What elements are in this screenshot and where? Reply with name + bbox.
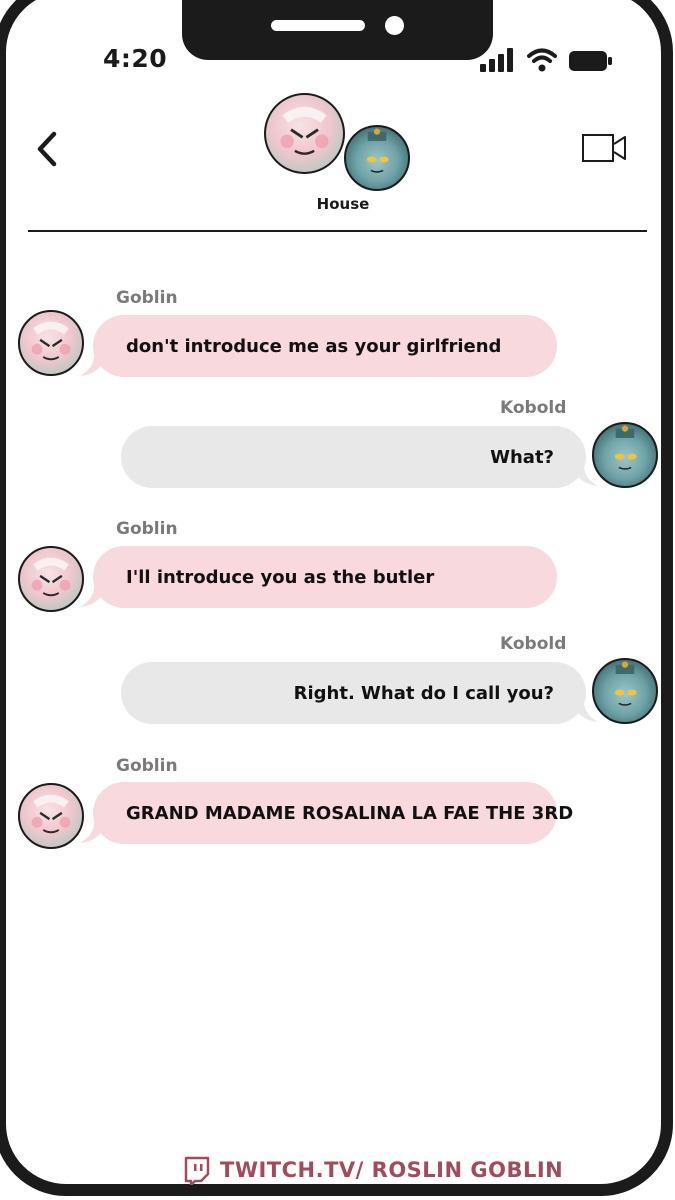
footer-text: TWITCH.TV/ ROSLIN GOBLIN <box>220 1158 564 1182</box>
goblin-face-icon <box>280 107 329 155</box>
chevron-left-icon <box>37 131 57 167</box>
front-camera <box>385 16 404 35</box>
sender-avatar-kobold[interactable] <box>592 658 658 724</box>
video-camera-icon <box>582 134 626 162</box>
message-bubble[interactable]: I'll introduce you as the butler <box>93 546 557 608</box>
wifi-icon <box>527 48 557 72</box>
chat-title: House <box>316 195 370 213</box>
sender-name: Goblin <box>116 519 178 539</box>
sender-avatar-goblin[interactable] <box>18 546 84 612</box>
twitch-icon <box>184 1156 210 1185</box>
phone-notch <box>182 0 493 60</box>
signal-icon <box>480 48 516 72</box>
sender-avatar-goblin[interactable] <box>18 783 84 849</box>
message-bubble[interactable]: don't introduce me as your girlfriend <box>93 315 557 377</box>
status-time: 4:20 <box>103 44 168 73</box>
group-avatar-goblin[interactable] <box>264 93 345 174</box>
message-bubble[interactable]: GRAND MADAME ROSALINA LA FAE THE 3RD <box>93 782 573 844</box>
footer-watermark: TWITCH.TV/ ROSLIN GOBLIN <box>182 1155 563 1185</box>
video-call-button[interactable] <box>580 130 630 166</box>
back-button[interactable] <box>28 128 68 170</box>
header-divider <box>28 230 647 232</box>
speaker-grille <box>271 20 365 31</box>
battery-icon <box>569 51 612 71</box>
status-icons <box>480 48 615 76</box>
kobold-face-icon <box>366 128 389 173</box>
group-avatar-kobold[interactable] <box>344 125 410 191</box>
sender-name: Kobold <box>500 634 567 654</box>
message-bubble[interactable]: What? <box>121 426 586 488</box>
sender-avatar-kobold[interactable] <box>592 422 658 488</box>
sender-name: Goblin <box>116 756 178 776</box>
sender-name: Kobold <box>500 398 567 418</box>
message-bubble[interactable]: Right. What do I call you? <box>121 662 586 724</box>
sender-avatar-goblin[interactable] <box>18 310 84 376</box>
sender-name: Goblin <box>116 288 178 308</box>
